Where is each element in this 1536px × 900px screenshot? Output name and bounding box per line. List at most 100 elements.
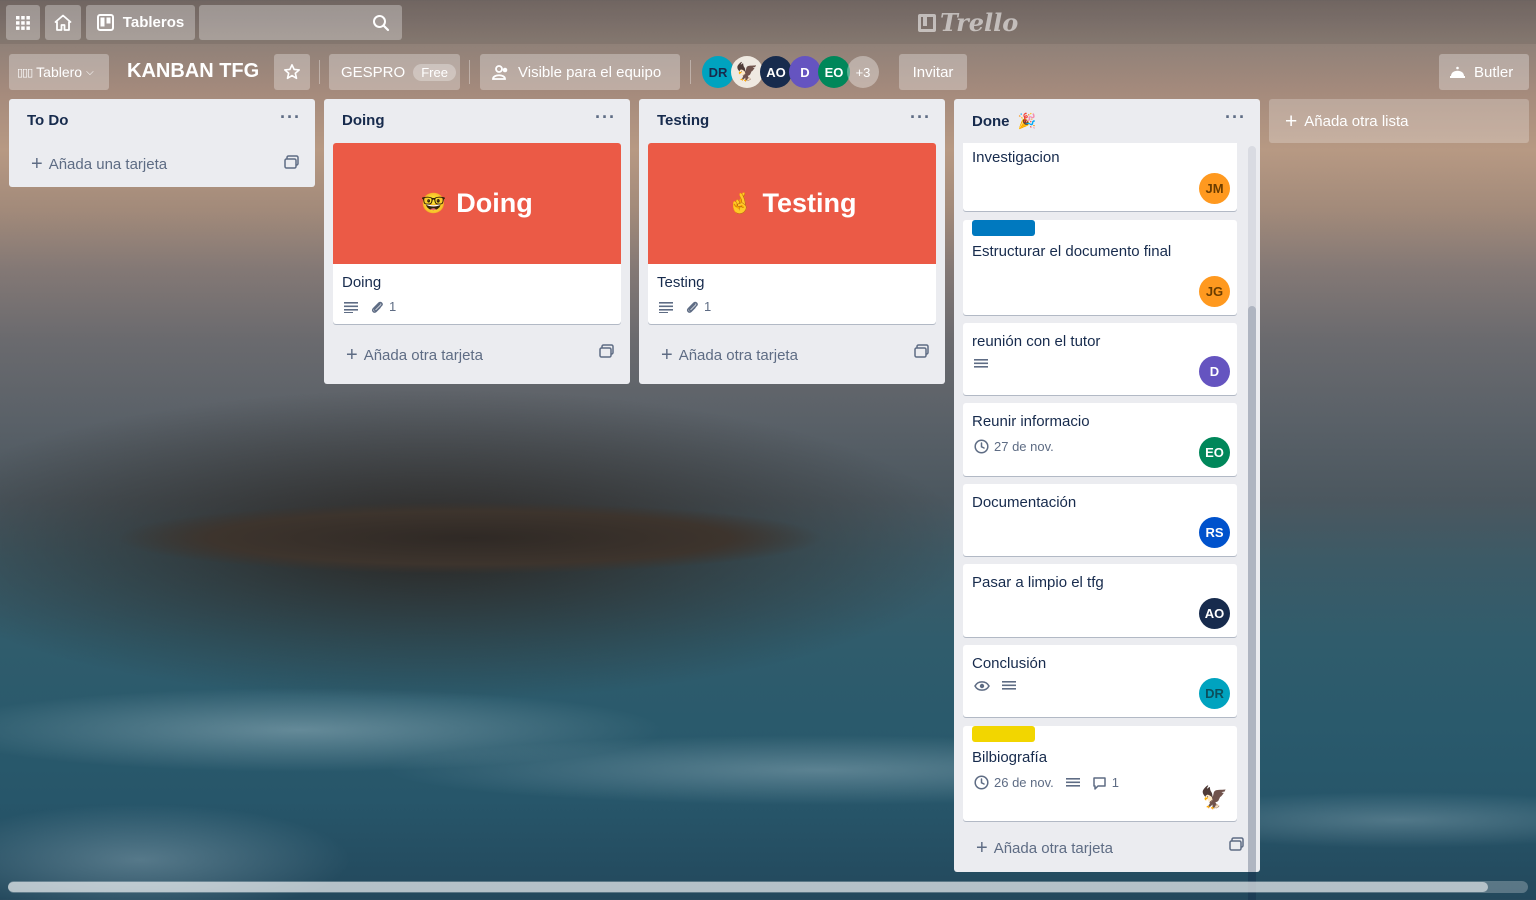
member-avatar-eagle[interactable]: 🦅 — [731, 56, 763, 88]
member-avatar[interactable]: DR — [702, 56, 734, 88]
board-scrollbar-thumb[interactable] — [8, 882, 1488, 892]
card-label-blue[interactable] — [972, 220, 1035, 236]
card-member-avatar-eagle[interactable]: 🦅 — [1199, 782, 1230, 813]
list-header[interactable]: Doing ··· — [324, 99, 630, 143]
list-header[interactable]: Done 🎉 ··· — [954, 99, 1260, 143]
card[interactable]: Investigacion JM — [963, 143, 1237, 211]
card[interactable]: Bilbiografía 26 de nov. 1 🦅 — [963, 726, 1237, 821]
party-popper-emoji-icon: 🎉 — [1017, 113, 1037, 130]
add-card-button[interactable]: + Añada una tarjeta — [9, 143, 315, 185]
add-list-button[interactable]: + Añada otra lista — [1269, 99, 1529, 143]
board-horizontal-scrollbar[interactable] — [8, 881, 1528, 893]
team-button[interactable]: GESPRO Free — [329, 54, 460, 90]
member-avatar[interactable]: AO — [760, 56, 792, 88]
more-members-button[interactable]: +3 — [847, 56, 879, 88]
list-todo: To Do ··· + Añada una tarjeta — [9, 99, 315, 187]
description-icon — [1065, 777, 1080, 789]
card-title: Estructurar el documento final — [972, 243, 1172, 260]
trello-logo-icon — [918, 13, 936, 32]
list-menu-button[interactable]: ··· — [910, 107, 931, 128]
card-member-avatar[interactable]: D — [1199, 356, 1230, 387]
plus-icon: + — [1285, 109, 1298, 133]
list-title[interactable]: Doing — [342, 112, 385, 129]
due-date: 27 de nov. — [994, 439, 1054, 454]
add-card-button[interactable]: + Añada otra tarjeta — [954, 825, 1260, 871]
attachment-count: 1 — [704, 299, 712, 314]
card-member-avatar[interactable]: DR — [1199, 678, 1230, 709]
plus-icon: + — [661, 344, 673, 366]
list-menu-button[interactable]: ··· — [1225, 107, 1246, 128]
card-badges — [963, 672, 1237, 702]
card[interactable]: 🤓 Doing Doing 1 — [333, 143, 621, 324]
card-template-button[interactable] — [284, 155, 299, 169]
board-title[interactable]: KANBAN TFG — [127, 60, 259, 83]
description-icon — [974, 358, 988, 370]
card[interactable]: Conclusión DR — [963, 645, 1237, 717]
card-template-button[interactable] — [1229, 837, 1244, 851]
header-divider — [690, 60, 691, 84]
description-icon — [1002, 680, 1016, 692]
visibility-button[interactable]: Visible para el equipo — [480, 54, 680, 90]
card-cover-text: Doing — [456, 188, 533, 218]
list-header[interactable]: Testing ··· — [639, 99, 945, 143]
board-view-switcher[interactable]: ▯▯▯ Tablero ⌵ — [9, 54, 109, 90]
card-member-avatar[interactable]: EO — [1199, 437, 1230, 468]
card-title: reunión con el tutor — [972, 333, 1101, 350]
card-template-button[interactable] — [599, 344, 614, 358]
visibility-label: Visible para el equipo — [518, 63, 662, 81]
card-label-yellow[interactable] — [972, 726, 1035, 742]
board-view-label: Tablero — [36, 64, 83, 80]
grid-icon — [16, 15, 30, 30]
header-divider — [319, 60, 320, 84]
plus-icon: + — [346, 344, 358, 366]
card[interactable]: Reunir informacio 27 de nov. EO — [963, 403, 1237, 476]
card[interactable]: 🤞 Testing Testing 1 — [648, 143, 936, 324]
add-card-button[interactable]: + Añada otra tarjeta — [639, 332, 945, 378]
home-button[interactable] — [45, 5, 81, 40]
member-avatar[interactable]: D — [789, 56, 821, 88]
boards-button[interactable]: Tableros — [86, 5, 195, 40]
list-title[interactable]: Done — [972, 113, 1010, 130]
card[interactable]: reunión con el tutor D — [963, 323, 1237, 395]
list-title[interactable]: Testing — [657, 112, 709, 129]
card-title: Bilbiografía — [972, 749, 1048, 766]
list-menu-button[interactable]: ··· — [595, 107, 616, 128]
card[interactable]: Documentación RS — [963, 484, 1237, 556]
list-testing: Testing ··· 🤞 Testing Testing 1 + Añada … — [639, 99, 945, 384]
card-template-button[interactable] — [914, 344, 929, 358]
star-board-button[interactable] — [274, 54, 310, 90]
list-scrollbar-thumb[interactable] — [1248, 306, 1256, 900]
card-member-avatar[interactable]: JM — [1199, 173, 1230, 204]
card-title: Pasar a limpio el tfg — [972, 574, 1104, 591]
apps-grid-button[interactable] — [6, 5, 40, 40]
card-member-avatar[interactable]: RS — [1199, 517, 1230, 548]
header-divider — [469, 60, 470, 84]
list-scrollbar[interactable] — [1248, 146, 1256, 900]
member-avatar[interactable]: EO — [818, 56, 850, 88]
eagle-icon: 🦅 — [1200, 784, 1229, 810]
invite-button[interactable]: Invitar — [899, 54, 967, 90]
list-header[interactable]: To Do ··· — [9, 99, 315, 143]
list-done: Done 🎉 ··· Investigacion JM Estructurar … — [954, 99, 1260, 900]
search-input[interactable] — [199, 5, 402, 40]
card-member-avatar[interactable]: AO — [1199, 598, 1230, 629]
list-title[interactable]: To Do — [27, 112, 68, 129]
card-member-avatar[interactable]: JG — [1199, 276, 1230, 307]
team-plan-badge: Free — [413, 63, 456, 81]
search-icon — [373, 15, 390, 32]
card-title: Investigacion — [972, 149, 1060, 166]
background-rocks — [0, 490, 930, 585]
list-menu-button[interactable]: ··· — [280, 107, 301, 128]
card-title: Doing — [342, 274, 382, 291]
attachment-count: 1 — [389, 299, 397, 314]
add-card-button[interactable]: + Añada otra tarjeta — [324, 332, 630, 378]
card[interactable]: Pasar a limpio el tfg AO — [963, 564, 1237, 637]
add-card-label: Añada una tarjeta — [48, 155, 168, 173]
home-icon — [54, 14, 72, 31]
trello-logo-text: Trello — [940, 8, 1019, 37]
list-doing: Doing ··· 🤓 Doing Doing 1 + Añada otra t… — [324, 99, 630, 384]
butler-button[interactable]: Butler — [1439, 54, 1529, 90]
attachment-badge: 1 — [370, 299, 396, 314]
card[interactable]: Estructurar el documento final JG — [963, 220, 1237, 315]
trello-logo[interactable]: Trello — [918, 8, 1018, 37]
